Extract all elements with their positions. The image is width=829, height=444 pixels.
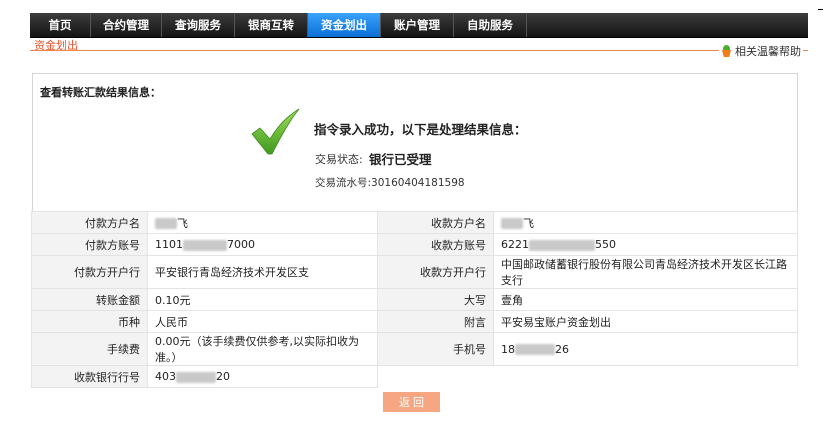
table-row: 币种 人民币 附言 平安易宝账户资金划出 <box>31 310 798 333</box>
payer-bank-label: 付款方开户行 <box>31 255 148 289</box>
transfer-details-table: 付款方户名 飞 收款方户名 飞 付款方账号 1101 7000 收款方账号 622… <box>31 211 798 388</box>
payee-name-value: 飞 <box>493 211 798 234</box>
table-row: 手续费 0.00元（该手续费仅供参考,以实际扣收为准。） 手机号 18 26 <box>31 332 798 366</box>
status-label: 交易状态: <box>315 153 363 166</box>
payee-bank-no-value: 403 20 <box>147 365 378 388</box>
result-panel: 查看转账汇款结果信息： 指令录入成功，以下是处理结果信息： 交易状态: 银行已受… <box>32 73 798 212</box>
table-row: 转账金额 0.10元 大写 壹角 <box>31 288 798 311</box>
masked-text <box>515 344 555 355</box>
payer-name-value: 飞 <box>147 211 378 234</box>
table-row: 收款银行行号 403 20 <box>31 365 798 388</box>
masked-text <box>155 218 177 229</box>
remark-value: 平安易宝账户资金划出 <box>493 310 798 333</box>
phone-label: 手机号 <box>377 332 494 366</box>
table-row: 付款方户名 飞 收款方户名 飞 <box>31 211 798 234</box>
masked-text <box>183 239 227 251</box>
fee-label: 手续费 <box>31 332 148 366</box>
plant-pot-icon <box>721 45 732 57</box>
tab-account-management[interactable]: 账户管理 <box>381 13 454 37</box>
help-link-label: 相关温馨帮助 <box>735 45 801 58</box>
amount-value: 0.10元 <box>147 288 378 311</box>
payer-bank-value: 平安银行青岛经济技术开发区支 <box>147 255 378 289</box>
tab-fund-transfer-out[interactable]: 资金划出 <box>308 13 381 37</box>
payee-account-label: 收款方账号 <box>377 233 494 256</box>
payer-name-label: 付款方户名 <box>31 211 148 234</box>
masked-text <box>529 239 595 251</box>
panel-title: 查看转账汇款结果信息： <box>40 86 161 99</box>
currency-label: 币种 <box>31 310 148 333</box>
masked-text <box>176 371 216 383</box>
phone-value: 18 26 <box>493 332 798 366</box>
remark-label: 附言 <box>377 310 494 333</box>
status-value: 银行已受理 <box>369 152 432 167</box>
divider <box>818 9 823 10</box>
amount-label: 转账金额 <box>31 288 148 311</box>
return-button[interactable]: 返 回 <box>383 392 440 412</box>
payee-account-value: 6221 550 <box>493 233 798 256</box>
help-link[interactable]: 相关温馨帮助 <box>719 43 803 59</box>
payee-bank-no-label: 收款银行行号 <box>31 365 148 388</box>
divider <box>30 50 808 51</box>
fee-value: 0.00元（该手续费仅供参考,以实际扣收为准。） <box>147 332 378 366</box>
currency-value: 人民币 <box>147 310 378 333</box>
masked-text <box>501 218 523 229</box>
uppercase-value: 壹角 <box>493 288 798 311</box>
payer-account-label: 付款方账号 <box>31 233 148 256</box>
payee-bank-label: 收款方开户行 <box>377 255 494 289</box>
payee-bank-value: 中国邮政储蓄银行股份有限公司青岛经济技术开发区长江路支行 <box>493 255 798 289</box>
success-check-icon <box>251 108 300 155</box>
table-row: 付款方开户行 平安银行青岛经济技术开发区支 收款方开户行 中国邮政储蓄银行股份有… <box>31 255 798 289</box>
table-row: 付款方账号 1101 7000 收款方账号 6221 550 <box>31 233 798 256</box>
tab-query-service[interactable]: 查询服务 <box>162 13 235 37</box>
payer-account-value: 1101 7000 <box>147 233 378 256</box>
serial-number: 交易流水号:30160404181598 <box>315 177 465 189</box>
payee-name-label: 收款方户名 <box>377 211 494 234</box>
tab-bank-transfer[interactable]: 银商互转 <box>235 13 308 37</box>
result-message: 指令录入成功，以下是处理结果信息： <box>314 122 527 137</box>
tab-home[interactable]: 首页 <box>30 13 91 37</box>
tab-self-service[interactable]: 自助服务 <box>454 13 527 37</box>
top-nav: 首页 合约管理 查询服务 银商互转 资金划出 账户管理 自助服务 <box>30 13 808 38</box>
uppercase-label: 大写 <box>377 288 494 311</box>
tab-contract-management[interactable]: 合约管理 <box>91 13 162 37</box>
